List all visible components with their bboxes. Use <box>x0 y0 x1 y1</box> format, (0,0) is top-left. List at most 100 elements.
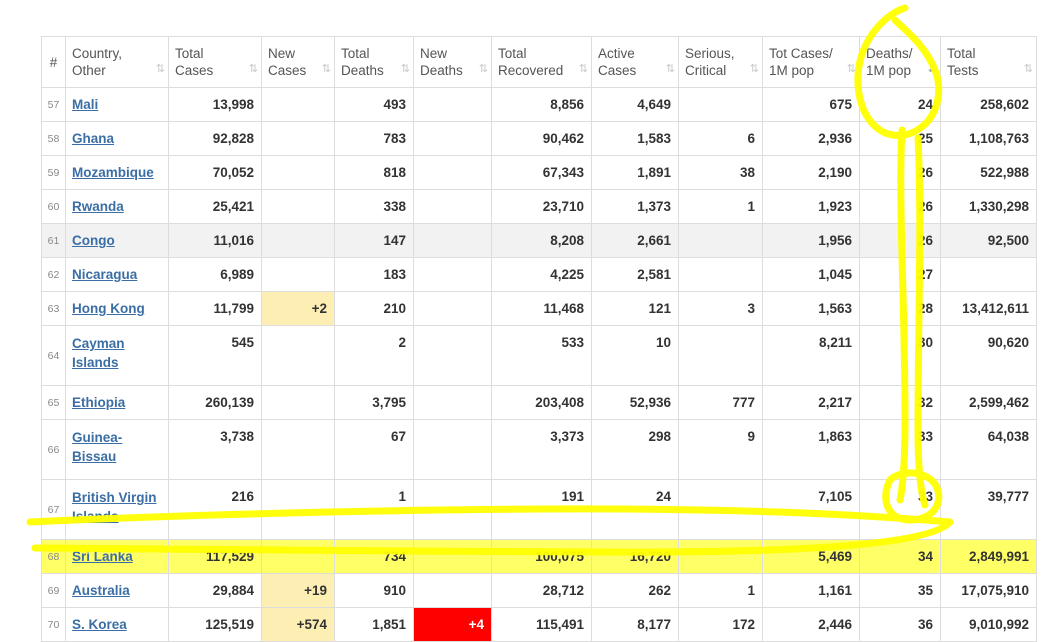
deaths-per-1m-cell: 36 <box>859 607 941 642</box>
country-link[interactable]: Mozambique <box>72 165 154 180</box>
new-deaths-cell <box>413 325 492 386</box>
table-row-highlighted: 68 Sri Lanka 117,529 734 100,075 16,720 … <box>41 539 1037 574</box>
country-cell: Mali <box>65 87 169 122</box>
country-link[interactable]: Mali <box>72 97 98 112</box>
total-recovered-cell: 191 <box>491 479 592 540</box>
header-total-deaths[interactable]: Total Deaths ⇅ <box>334 36 414 88</box>
new-cases-cell <box>261 419 335 480</box>
country-link[interactable]: Guinea- Bissau <box>72 430 122 464</box>
total-cases-cell: 6,989 <box>168 257 262 292</box>
header-new-cases[interactable]: New Cases ⇅ <box>261 36 335 88</box>
total-tests-cell: 2,849,991 <box>940 539 1037 574</box>
deaths-per-1m-cell: 26 <box>859 189 941 224</box>
total-tests-cell: 92,500 <box>940 223 1037 258</box>
new-deaths-cell <box>413 385 492 420</box>
country-cell: Australia <box>65 573 169 608</box>
sort-icon: ⇅ <box>321 63 331 75</box>
new-deaths-cell: +4 <box>413 607 492 642</box>
header-country[interactable]: Country, Other ⇅ <box>65 36 169 88</box>
country-link[interactable]: Hong Kong <box>72 301 145 316</box>
table-row: 60 Rwanda 25,421 338 23,710 1,373 1 1,92… <box>41 189 1037 224</box>
total-recovered-cell: 90,462 <box>491 121 592 156</box>
total-deaths-cell: 147 <box>334 223 414 258</box>
header-rank[interactable]: # <box>41 36 66 88</box>
covid-stats-table: # Country, Other ⇅ Total Cases ⇅ New Cases ⇅ T… <box>41 36 1037 642</box>
deaths-per-1m-cell: 26 <box>859 155 941 190</box>
country-cell: Nicaragua <box>65 257 169 292</box>
table-row: 70 S. Korea 125,519 +574 1,851 +4 115,49… <box>41 607 1037 642</box>
deaths-per-1m-cell: 26 <box>859 223 941 258</box>
new-cases-cell <box>261 539 335 574</box>
total-cases-cell: 125,519 <box>168 607 262 642</box>
total-deaths-cell: 1 <box>334 479 414 540</box>
total-deaths-cell: 183 <box>334 257 414 292</box>
total-tests-cell: 2,599,462 <box>940 385 1037 420</box>
total-cases-cell: 545 <box>168 325 262 386</box>
country-link[interactable]: Nicaragua <box>72 267 137 282</box>
sort-icon: ⇅ <box>749 63 759 75</box>
right-edge-cutoff <box>1040 36 1044 628</box>
country-link[interactable]: Congo <box>72 233 115 248</box>
table-row: 67 British Virgin Islands 216 1 191 24 7,… <box>41 479 1037 540</box>
country-link[interactable]: Ghana <box>72 131 114 146</box>
active-cases-cell: 52,936 <box>591 385 679 420</box>
country-link[interactable]: Rwanda <box>72 199 124 214</box>
total-deaths-cell: 910 <box>334 573 414 608</box>
table-header-row: # Country, Other ⇅ Total Cases ⇅ New Cases ⇅ T… <box>41 36 1037 88</box>
new-deaths-cell <box>413 291 492 326</box>
country-link[interactable]: Australia <box>72 583 130 598</box>
rank-cell: 61 <box>41 223 66 258</box>
country-cell: Cayman Islands <box>65 325 169 386</box>
header-total-recovered[interactable]: Total Recovered ⇅ <box>491 36 592 88</box>
total-deaths-cell: 3,795 <box>334 385 414 420</box>
active-cases-cell: 4,649 <box>591 87 679 122</box>
tot-cases-per-1m-cell: 5,469 <box>762 539 860 574</box>
country-cell: S. Korea <box>65 607 169 642</box>
new-cases-cell <box>261 121 335 156</box>
new-cases-cell: +19 <box>261 573 335 608</box>
table-row: 69 Australia 29,884 +19 910 28,712 262 1… <box>41 573 1037 608</box>
country-link[interactable]: Sri Lanka <box>72 549 133 564</box>
active-cases-cell: 1,583 <box>591 121 679 156</box>
rank-cell: 69 <box>41 573 66 608</box>
sort-icon: ⇅ <box>578 63 588 75</box>
new-deaths-cell <box>413 419 492 480</box>
table-row: 63 Hong Kong 11,799 +2 210 11,468 121 3 … <box>41 291 1037 326</box>
header-new-deaths[interactable]: New Deaths ⇅ <box>413 36 492 88</box>
header-tot-cases-per-1m[interactable]: Tot Cases/1M pop ⇅ <box>762 36 860 88</box>
header-total-tests[interactable]: Total Tests ⇅ <box>940 36 1037 88</box>
deaths-per-1m-cell: 24 <box>859 87 941 122</box>
total-recovered-cell: 8,208 <box>491 223 592 258</box>
serious-critical-cell: 38 <box>678 155 763 190</box>
sort-icon: ⇅ <box>665 63 675 75</box>
sort-descending-icon: ⇊ <box>927 63 937 75</box>
total-recovered-cell: 533 <box>491 325 592 386</box>
country-link[interactable]: Ethiopia <box>72 395 125 410</box>
total-deaths-cell: 2 <box>334 325 414 386</box>
deaths-per-1m-cell: 34 <box>859 539 941 574</box>
header-total-cases[interactable]: Total Cases ⇅ <box>168 36 262 88</box>
total-deaths-cell: 1,851 <box>334 607 414 642</box>
sort-icon: ⇅ <box>155 63 165 75</box>
total-cases-cell: 216 <box>168 479 262 540</box>
country-link[interactable]: British Virgin Islands <box>72 490 157 524</box>
active-cases-cell: 1,891 <box>591 155 679 190</box>
rank-cell: 64 <box>41 325 66 386</box>
new-cases-cell <box>261 257 335 292</box>
serious-critical-cell <box>678 479 763 540</box>
country-link[interactable]: Cayman Islands <box>72 336 125 370</box>
active-cases-cell: 2,581 <box>591 257 679 292</box>
active-cases-cell: 8,177 <box>591 607 679 642</box>
table-row: 66 Guinea- Bissau 3,738 67 3,373 298 9 1,… <box>41 419 1037 480</box>
total-tests-cell <box>940 257 1037 292</box>
total-recovered-cell: 4,225 <box>491 257 592 292</box>
header-active-cases[interactable]: Active Cases ⇅ <box>591 36 679 88</box>
header-serious-critical[interactable]: Serious, Critical ⇅ <box>678 36 763 88</box>
serious-critical-cell: 777 <box>678 385 763 420</box>
sort-icon: ⇅ <box>1023 63 1033 75</box>
header-deaths-per-1m[interactable]: Deaths/1M pop ⇊ <box>859 36 941 88</box>
active-cases-cell: 298 <box>591 419 679 480</box>
country-link[interactable]: S. Korea <box>72 617 127 632</box>
sort-icon: ⇅ <box>400 63 410 75</box>
total-tests-cell: 64,038 <box>940 419 1037 480</box>
